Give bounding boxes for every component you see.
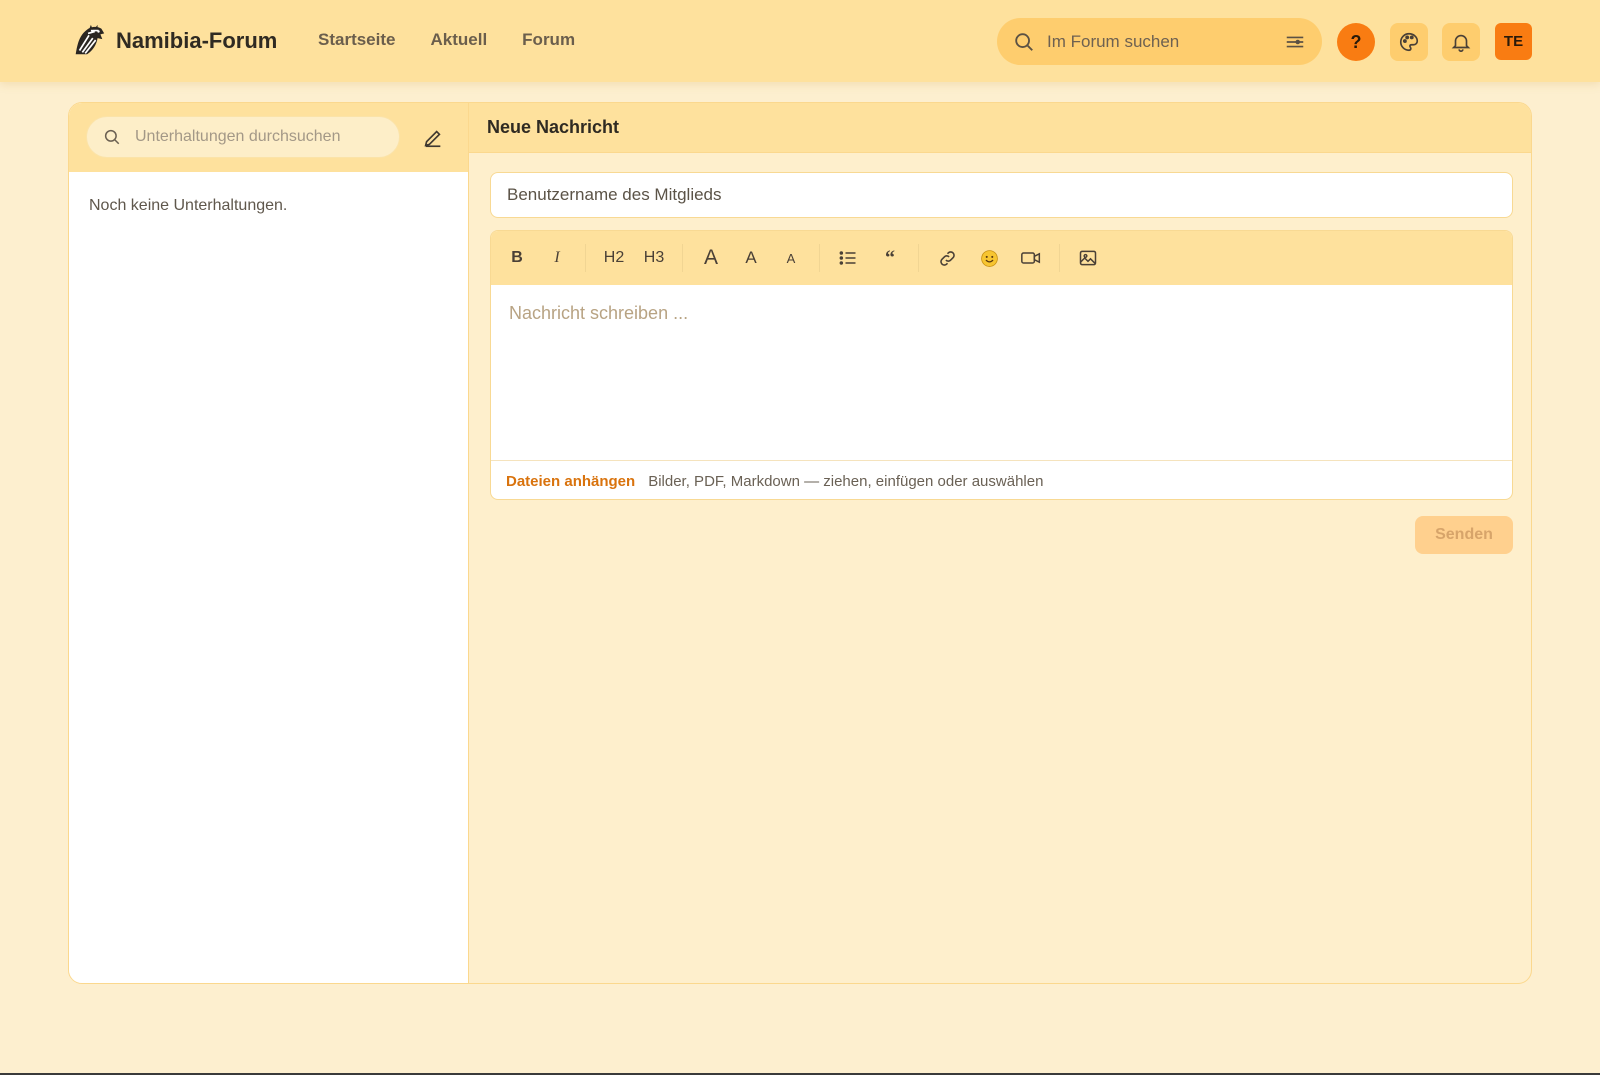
link-icon <box>939 250 955 266</box>
conversation-search-input[interactable]: Unterhaltungen durchsuchen <box>86 116 400 158</box>
top-navigation-bar: Namibia-Forum Startseite Aktuell Forum I… <box>0 0 1600 82</box>
sidebar-header: Unterhaltungen durchsuchen <box>69 103 468 172</box>
attachment-bar: Dateien anhängen Bilder, PDF, Markdown —… <box>491 461 1512 499</box>
heading3-button[interactable]: H3 <box>636 238 672 278</box>
message-editor: B I H2 H3 A A A “ Nachricht schreiben ..… <box>490 230 1513 500</box>
insert-link-button[interactable] <box>929 238 965 278</box>
zebra-logo-icon <box>75 24 105 55</box>
conversation-sidebar: Unterhaltungen durchsuchen Noch keine Un… <box>69 103 469 983</box>
nav-startseite[interactable]: Startseite <box>318 30 395 50</box>
toolbar-divider <box>819 244 820 272</box>
insert-image-button[interactable] <box>1070 238 1106 278</box>
italic-button[interactable]: I <box>539 238 575 278</box>
font-size-large-button[interactable]: A <box>693 238 729 278</box>
list-icon <box>839 251 856 265</box>
theme-button[interactable] <box>1390 23 1428 61</box>
filter-menu-icon[interactable] <box>1284 31 1306 53</box>
emoji-button[interactable] <box>971 238 1007 278</box>
toolbar-divider <box>1059 244 1060 272</box>
font-size-small-button[interactable]: A <box>773 238 809 278</box>
quote-button[interactable]: “ <box>872 238 908 278</box>
search-icon <box>104 129 120 145</box>
emoji-icon <box>980 249 998 267</box>
brand[interactable]: Namibia-Forum <box>70 22 277 60</box>
heading2-button[interactable]: H2 <box>596 238 632 278</box>
toolbar-divider <box>585 244 586 272</box>
search-icon <box>1015 32 1033 51</box>
bell-icon <box>1451 34 1471 52</box>
forum-search-input[interactable]: Im Forum suchen <box>997 18 1322 65</box>
message-body-textarea[interactable]: Nachricht schreiben ... <box>491 285 1512 461</box>
pencil-icon <box>424 130 441 148</box>
empty-conversations-text: Noch keine Unterhaltungen. <box>89 197 288 214</box>
search-placeholder: Im Forum suchen <box>1047 31 1180 51</box>
site-title: Namibia-Forum <box>116 28 278 53</box>
nav-aktuell[interactable]: Aktuell <box>430 30 487 50</box>
toolbar-divider <box>918 244 919 272</box>
palette-icon <box>1400 32 1419 52</box>
user-avatar[interactable]: TE <box>1495 23 1532 60</box>
font-size-medium-button[interactable]: A <box>733 238 769 278</box>
toolbar-divider <box>682 244 683 272</box>
bold-button[interactable]: B <box>499 238 535 278</box>
attach-hint: Bilder, PDF, Markdown — ziehen, einfügen… <box>648 472 1044 490</box>
bullet-list-button[interactable] <box>830 238 866 278</box>
conversation-search-placeholder: Unterhaltungen durchsuchen <box>135 128 341 145</box>
insert-video-button[interactable] <box>1013 238 1049 278</box>
recipient-input[interactable]: Benutzername des Mitglieds <box>490 172 1513 218</box>
new-message-pane: Neue Nachricht Benutzername des Mitglied… <box>469 103 1531 983</box>
editor-toolbar: B I H2 H3 A A A “ <box>491 231 1512 285</box>
main-nav: Startseite Aktuell Forum <box>318 30 575 50</box>
attach-files-link[interactable]: Dateien anhängen <box>506 473 635 490</box>
messages-panel: Unterhaltungen durchsuchen Noch keine Un… <box>68 102 1532 984</box>
new-conversation-button[interactable] <box>420 125 446 151</box>
notifications-button[interactable] <box>1442 23 1480 61</box>
send-button[interactable]: Senden <box>1415 516 1513 554</box>
video-icon <box>1021 252 1041 264</box>
help-button[interactable]: ? <box>1337 23 1375 61</box>
nav-forum[interactable]: Forum <box>522 30 575 50</box>
new-message-title: Neue Nachricht <box>469 103 1531 153</box>
image-icon <box>1079 250 1097 266</box>
